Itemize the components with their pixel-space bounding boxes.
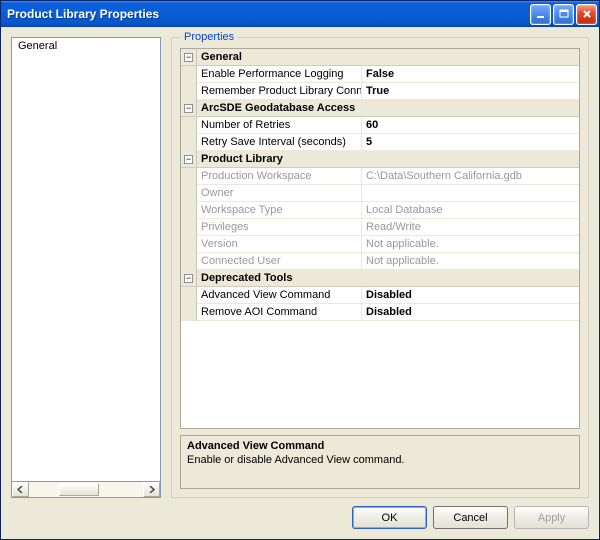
apply-button[interactable]: Apply bbox=[514, 506, 589, 529]
close-icon bbox=[582, 9, 592, 19]
category-label: ArcSDE Geodatabase Access bbox=[197, 100, 579, 117]
property-gutter bbox=[181, 287, 197, 304]
property-value: Local Database bbox=[362, 202, 579, 219]
property-gutter bbox=[181, 66, 197, 83]
groupbox-label: Properties bbox=[180, 31, 238, 43]
property-name[interactable]: Owner bbox=[197, 185, 362, 202]
property-gutter bbox=[181, 134, 197, 151]
property-row[interactable]: Advanced View CommandDisabled bbox=[181, 287, 579, 304]
property-description-text: Enable or disable Advanced View command. bbox=[187, 454, 573, 466]
property-grid[interactable]: −GeneralEnable Performance LoggingFalseR… bbox=[180, 48, 580, 429]
property-name[interactable]: Workspace Type bbox=[197, 202, 362, 219]
property-value[interactable]: False bbox=[362, 66, 579, 83]
property-gutter bbox=[181, 83, 197, 100]
property-category-row[interactable]: −Deprecated Tools bbox=[181, 270, 579, 287]
category-gutter: − bbox=[181, 49, 197, 66]
tree-item-general[interactable]: General bbox=[12, 38, 160, 54]
property-row[interactable]: Enable Performance LoggingFalse bbox=[181, 66, 579, 83]
property-grid-rows: −GeneralEnable Performance LoggingFalseR… bbox=[181, 49, 579, 428]
property-row[interactable]: Connected UserNot applicable. bbox=[181, 253, 579, 270]
property-name[interactable]: Remember Product Library Connection bbox=[197, 83, 362, 100]
property-value: Read/Write bbox=[362, 219, 579, 236]
properties-groupbox: Properties −GeneralEnable Performance Lo… bbox=[171, 37, 589, 498]
tree-panel: General bbox=[11, 37, 161, 498]
collapse-icon[interactable]: − bbox=[184, 155, 193, 164]
titlebar-buttons bbox=[530, 4, 597, 25]
property-value[interactable]: 5 bbox=[362, 134, 579, 151]
scroll-thumb[interactable] bbox=[59, 483, 99, 496]
category-gutter: − bbox=[181, 270, 197, 287]
property-gutter bbox=[181, 117, 197, 134]
dialog-window: Product Library Properties General bbox=[0, 0, 600, 540]
property-value bbox=[362, 185, 579, 202]
property-value: Not applicable. bbox=[362, 253, 579, 270]
collapse-icon[interactable]: − bbox=[184, 104, 193, 113]
ok-button[interactable]: OK bbox=[352, 506, 427, 529]
property-value: Not applicable. bbox=[362, 236, 579, 253]
property-row[interactable]: Workspace TypeLocal Database bbox=[181, 202, 579, 219]
property-row[interactable]: Retry Save Interval (seconds)5 bbox=[181, 134, 579, 151]
property-name[interactable]: Retry Save Interval (seconds) bbox=[197, 134, 362, 151]
property-name[interactable]: Number of Retries bbox=[197, 117, 362, 134]
scroll-track[interactable] bbox=[29, 482, 143, 497]
titlebar[interactable]: Product Library Properties bbox=[1, 1, 599, 27]
category-label: Product Library bbox=[197, 151, 579, 168]
maximize-button[interactable] bbox=[553, 4, 574, 25]
scroll-left-button[interactable] bbox=[12, 482, 29, 497]
property-value[interactable]: Disabled bbox=[362, 287, 579, 304]
property-row[interactable]: Production WorkspaceC:\Data\Southern Cal… bbox=[181, 168, 579, 185]
property-name[interactable]: Privileges bbox=[197, 219, 362, 236]
property-row[interactable]: Number of Retries60 bbox=[181, 117, 579, 134]
category-label: Deprecated Tools bbox=[197, 270, 579, 287]
dialog-button-row: OK Cancel Apply bbox=[11, 506, 589, 529]
collapse-icon[interactable]: − bbox=[184, 53, 193, 62]
property-gutter bbox=[181, 236, 197, 253]
property-description-panel: Advanced View Command Enable or disable … bbox=[180, 435, 580, 489]
property-name[interactable]: Remove AOI Command bbox=[197, 304, 362, 321]
minimize-button[interactable] bbox=[530, 4, 551, 25]
property-gutter bbox=[181, 168, 197, 185]
property-name[interactable]: Production Workspace bbox=[197, 168, 362, 185]
property-name[interactable]: Enable Performance Logging bbox=[197, 66, 362, 83]
client-area: General Properties bbox=[1, 27, 599, 539]
category-label: General bbox=[197, 49, 579, 66]
property-value[interactable]: Disabled bbox=[362, 304, 579, 321]
chevron-left-icon bbox=[17, 486, 24, 493]
tree-hscrollbar[interactable] bbox=[11, 481, 161, 498]
scroll-right-button[interactable] bbox=[143, 482, 160, 497]
titlebar-title: Product Library Properties bbox=[7, 7, 530, 21]
property-gutter bbox=[181, 185, 197, 202]
collapse-icon[interactable]: − bbox=[184, 274, 193, 283]
chevron-right-icon bbox=[148, 486, 155, 493]
property-name[interactable]: Connected User bbox=[197, 253, 362, 270]
property-row[interactable]: Remember Product Library ConnectionTrue bbox=[181, 83, 579, 100]
property-category-row[interactable]: −ArcSDE Geodatabase Access bbox=[181, 100, 579, 117]
category-gutter: − bbox=[181, 100, 197, 117]
property-value: C:\Data\Southern California.gdb bbox=[362, 168, 579, 185]
property-gutter bbox=[181, 219, 197, 236]
property-category-row[interactable]: −General bbox=[181, 49, 579, 66]
property-value[interactable]: True bbox=[362, 83, 579, 100]
tree[interactable]: General bbox=[11, 37, 161, 482]
property-description-title: Advanced View Command bbox=[187, 440, 573, 452]
property-gutter bbox=[181, 253, 197, 270]
property-gutter bbox=[181, 202, 197, 219]
property-row[interactable]: VersionNot applicable. bbox=[181, 236, 579, 253]
property-name[interactable]: Advanced View Command bbox=[197, 287, 362, 304]
property-name[interactable]: Version bbox=[197, 236, 362, 253]
property-row[interactable]: Remove AOI CommandDisabled bbox=[181, 304, 579, 321]
property-value[interactable]: 60 bbox=[362, 117, 579, 134]
property-gutter bbox=[181, 304, 197, 321]
property-category-row[interactable]: −Product Library bbox=[181, 151, 579, 168]
upper-panels: General Properties bbox=[11, 37, 589, 498]
maximize-icon bbox=[559, 9, 569, 19]
cancel-button[interactable]: Cancel bbox=[433, 506, 508, 529]
property-row[interactable]: PrivilegesRead/Write bbox=[181, 219, 579, 236]
property-row[interactable]: Owner bbox=[181, 185, 579, 202]
close-button[interactable] bbox=[576, 4, 597, 25]
minimize-icon bbox=[536, 9, 546, 19]
category-gutter: − bbox=[181, 151, 197, 168]
